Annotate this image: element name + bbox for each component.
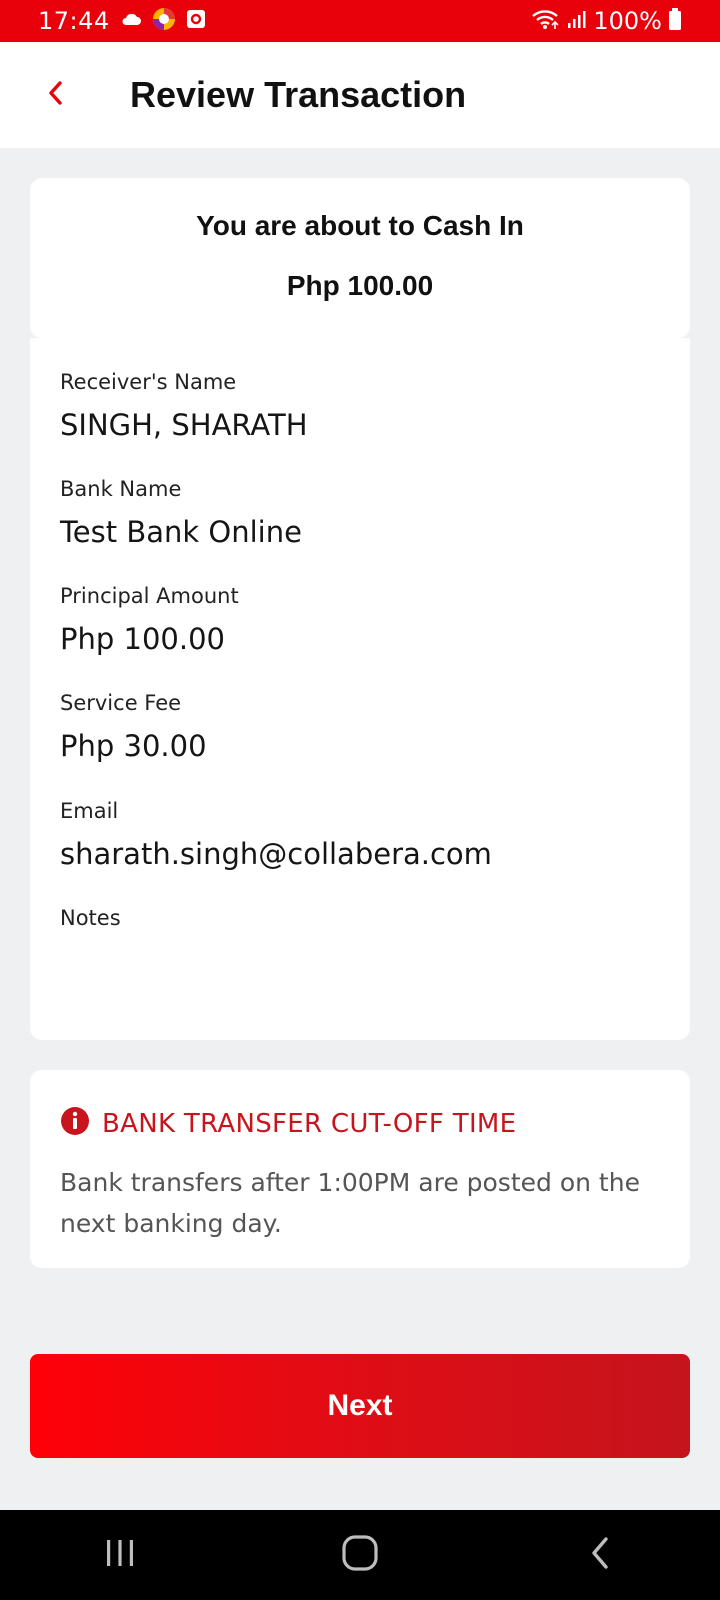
browser-app-icon: [152, 7, 176, 36]
home-icon: [341, 1534, 379, 1577]
wifi-icon: [531, 8, 561, 35]
recent-apps-button[interactable]: [80, 1520, 160, 1590]
system-back-button[interactable]: [560, 1520, 640, 1590]
page-title: Review Transaction: [130, 74, 467, 115]
signal-icon: [567, 9, 587, 34]
system-nav-bar: [0, 1510, 720, 1600]
receiver-name-label: Receiver's Name: [60, 370, 237, 394]
receiver-name-value: SINGH, SHARATH: [60, 408, 308, 442]
home-button[interactable]: [320, 1520, 400, 1590]
app-header: Review Transaction: [0, 42, 720, 148]
service-fee-label: Service Fee: [60, 691, 182, 715]
bank-name-value: Test Bank Online: [60, 515, 302, 549]
record-app-icon: [186, 9, 206, 34]
info-icon: [60, 1106, 90, 1141]
cloud-icon: [120, 11, 142, 32]
service-fee-value: Php 30.00: [60, 729, 207, 763]
battery-percentage: 100%: [593, 7, 662, 35]
notice-header: BANK TRANSFER CUT-OFF TIME: [60, 1106, 516, 1141]
back-button[interactable]: [26, 65, 86, 125]
next-button[interactable]: Next: [30, 1354, 690, 1458]
recent-apps-icon: [103, 1536, 137, 1575]
status-right: 100%: [531, 7, 682, 35]
notice-body: Bank transfers after 1:00PM are posted o…: [60, 1168, 640, 1238]
transaction-details-card: Receiver's Name SINGH, SHARATH Bank Name…: [30, 338, 690, 1040]
chevron-left-icon: [46, 79, 66, 112]
email-value: sharath.singh@collabera.com: [60, 837, 492, 871]
footer-area: Next: [0, 1322, 720, 1510]
status-bar: 17:44 100%: [0, 0, 720, 42]
principal-amount-value: Php 100.00: [60, 622, 225, 656]
back-arrow-icon: [587, 1535, 613, 1576]
email-label: Email: [60, 799, 119, 823]
status-time: 17:44: [38, 7, 110, 35]
cutoff-notice-card: BANK TRANSFER CUT-OFF TIME Bank transfer…: [30, 1070, 690, 1268]
bank-name-label: Bank Name: [60, 477, 182, 501]
summary-amount: Php 100.00: [286, 270, 434, 301]
status-left: 17:44: [38, 7, 206, 36]
summary-title: You are about to Cash In: [196, 210, 524, 241]
battery-icon: [668, 7, 682, 35]
summary-card: You are about to Cash In Php 100.00: [30, 178, 690, 338]
notes-label: Notes: [60, 906, 121, 930]
notice-title: BANK TRANSFER CUT-OFF TIME: [102, 1108, 517, 1139]
principal-amount-label: Principal Amount: [60, 584, 239, 608]
